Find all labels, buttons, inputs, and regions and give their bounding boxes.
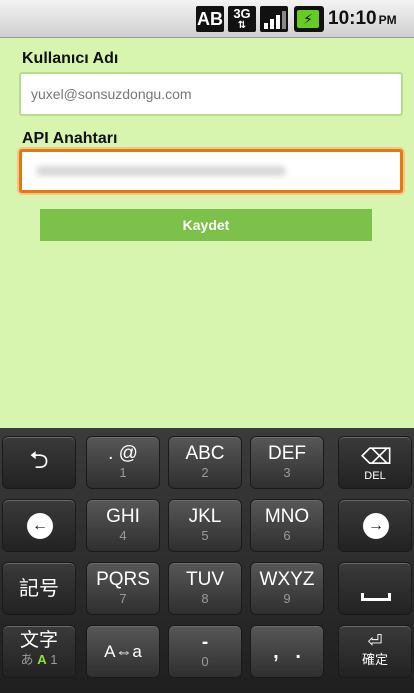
- mode-kana: あ: [20, 652, 34, 667]
- arrow-left-icon: ←: [27, 513, 53, 539]
- key-label: ABC: [185, 443, 225, 464]
- key-comma-period[interactable]: , .: [250, 625, 324, 678]
- input-mode-key[interactable]: 文字 あ A 1: [2, 625, 76, 678]
- key-ghi[interactable]: GHI 4: [86, 499, 160, 552]
- enter-key[interactable]: ⏎ 確定: [338, 625, 412, 678]
- network-3g-icon: 3G ⇅: [228, 6, 256, 32]
- save-button[interactable]: Kaydet: [40, 209, 372, 241]
- enter-icon: ⏎: [367, 631, 383, 651]
- key-label: A⇔a: [104, 642, 142, 661]
- delete-key[interactable]: ⌫ DEL: [338, 436, 412, 489]
- username-field[interactable]: yuxel@sonsuzdongu.com: [19, 72, 403, 116]
- key-abc[interactable]: ABC 2: [168, 436, 242, 489]
- key-dash[interactable]: - 0: [168, 625, 242, 678]
- space-icon: [361, 593, 391, 601]
- key-label: TUV: [186, 569, 224, 590]
- key-sublabel: 2: [201, 465, 209, 480]
- clock-time: 10:10: [328, 8, 377, 29]
- mode-alpha-active: A: [37, 652, 47, 667]
- ab-indicator-icon: AB: [196, 6, 224, 32]
- key-sublabel: 8: [201, 591, 209, 606]
- api-key-obscured-value: [36, 166, 286, 176]
- clock: 10:10 PM: [328, 6, 397, 33]
- case-toggle-key[interactable]: A⇔a: [86, 625, 160, 678]
- network-arrows-icon: ⇅: [237, 20, 247, 31]
- username-label: Kullanıcı Adı: [22, 50, 119, 67]
- key-sublabel: 4: [119, 528, 127, 543]
- network-type-label: 3G: [233, 6, 251, 21]
- cursor-right-key[interactable]: →: [338, 499, 412, 552]
- key-dot-at[interactable]: . @ 1: [86, 436, 160, 489]
- key-def[interactable]: DEF 3: [250, 436, 324, 489]
- battery-charging-icon: ⚡: [294, 6, 324, 32]
- signal-strength-icon: [260, 6, 288, 32]
- key-label: 記号: [19, 578, 59, 600]
- settings-form: Kullanıcı Adı yuxel@sonsuzdongu.com API …: [0, 38, 414, 428]
- clock-ampm: PM: [378, 13, 397, 27]
- delete-label: DEL: [364, 470, 386, 482]
- charging-bolt-icon: ⚡: [297, 10, 319, 28]
- symbols-key[interactable]: 記号: [2, 562, 76, 615]
- key-sublabel: 5: [201, 528, 209, 543]
- status-bar: AB 3G ⇅ ⚡ 10:10 PM: [0, 0, 414, 38]
- key-label: PQRS: [96, 569, 150, 590]
- api-key-label: API Anahtarı: [22, 130, 118, 147]
- key-sublabel: 0: [201, 654, 209, 669]
- key-jkl[interactable]: JKL 5: [168, 499, 242, 552]
- key-sublabel: 9: [283, 591, 291, 606]
- arrow-right-icon: →: [363, 513, 389, 539]
- key-label: DEF: [268, 443, 306, 464]
- key-sublabel: 7: [119, 591, 127, 606]
- key-mno[interactable]: MNO 6: [250, 499, 324, 552]
- key-label: JKL: [188, 506, 222, 527]
- key-label: -: [201, 632, 209, 653]
- backspace-icon: ⌫: [361, 444, 393, 469]
- undo-key[interactable]: ⮌: [2, 436, 76, 489]
- space-key[interactable]: [338, 562, 412, 615]
- key-tuv[interactable]: TUV 8: [168, 562, 242, 615]
- enter-label: 確定: [361, 652, 388, 667]
- key-label: WXYZ: [259, 569, 315, 590]
- key-label: 文字: [19, 630, 58, 651]
- cursor-left-key[interactable]: ←: [2, 499, 76, 552]
- mode-numeric: 1: [50, 652, 58, 667]
- key-pqrs[interactable]: PQRS 7: [86, 562, 160, 615]
- api-key-field[interactable]: [19, 149, 403, 193]
- key-label: MNO: [264, 506, 310, 527]
- key-label: , .: [273, 641, 301, 663]
- key-sublabel: 1: [119, 465, 127, 480]
- key-label: . @: [108, 443, 138, 464]
- undo-icon: ⮌: [29, 447, 49, 474]
- key-sublabel: 3: [283, 465, 291, 480]
- key-sublabel: 6: [283, 528, 291, 543]
- key-wxyz[interactable]: WXYZ 9: [250, 562, 324, 615]
- input-mode-indicator: あ A 1: [3, 652, 75, 668]
- key-label: GHI: [106, 506, 140, 527]
- soft-keyboard: ⮌ . @ 1 ABC 2 DEF 3 ⌫ DEL ← GHI 4 JKL 5 …: [0, 428, 414, 693]
